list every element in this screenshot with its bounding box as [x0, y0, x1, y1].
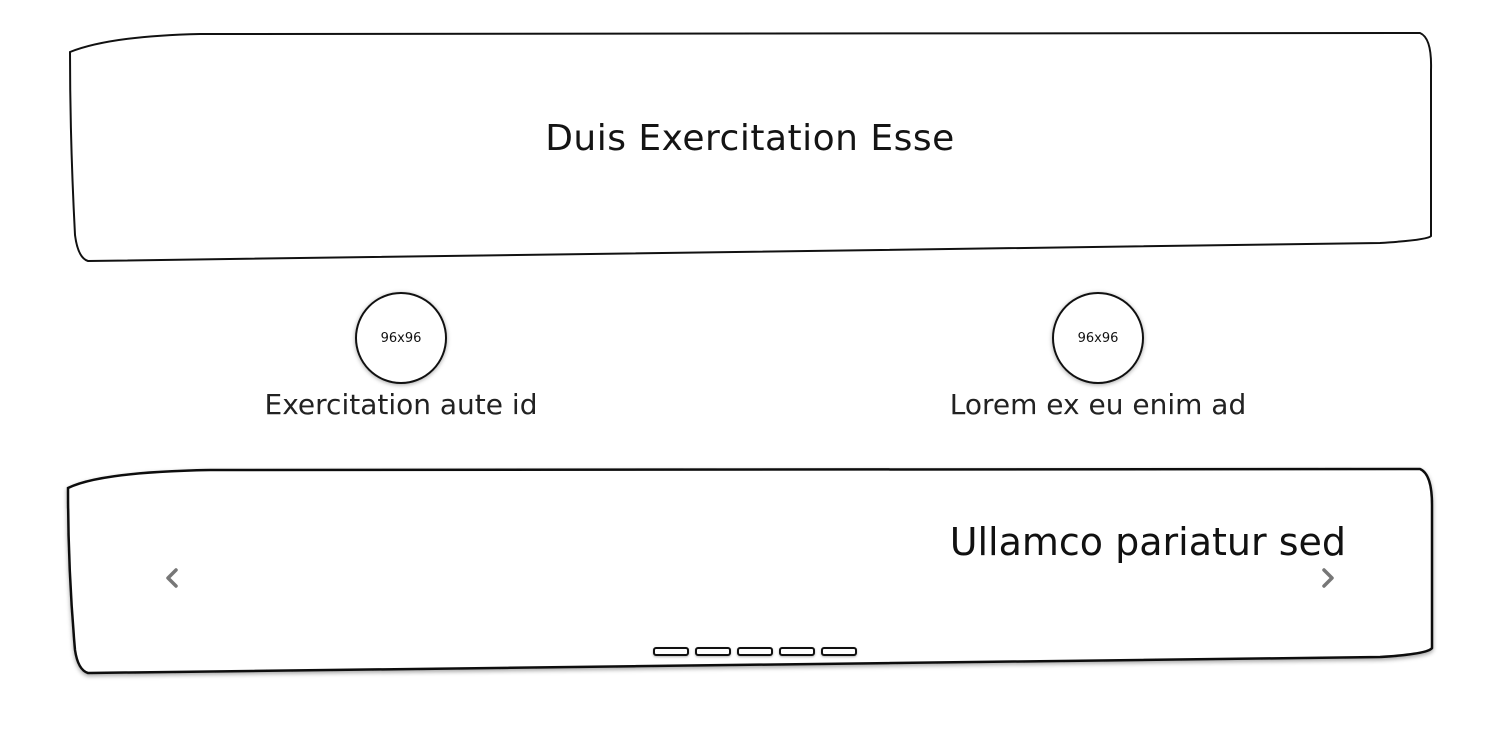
carousel-prev-button[interactable] [157, 560, 187, 596]
profile-caption: Exercitation aute id [264, 388, 538, 421]
chevron-right-icon [1322, 568, 1334, 588]
carousel-indicator[interactable] [737, 647, 773, 656]
carousel-indicators [653, 647, 857, 656]
avatar-placeholder-label: 96x96 [380, 330, 422, 346]
carousel-indicator[interactable] [695, 647, 731, 656]
carousel-indicator[interactable] [821, 647, 857, 656]
carousel-slide-text: Ullamco pariatur sed [949, 520, 1346, 564]
avatar-placeholder-label: 96x96 [1077, 330, 1119, 346]
carousel-next-button[interactable] [1313, 560, 1343, 596]
hero-title: Duis Exercitation Esse [545, 118, 955, 159]
avatar: 96x96 [355, 292, 447, 384]
profile-caption: Lorem ex eu enim ad [949, 388, 1247, 421]
profile-card: 96x96 Exercitation aute id [191, 292, 611, 421]
profile-card: 96x96 Lorem ex eu enim ad [888, 292, 1308, 421]
page: Duis Exercitation Esse 96x96 Exercitatio… [0, 0, 1500, 752]
carousel-indicator[interactable] [779, 647, 815, 656]
chevron-left-icon [166, 568, 178, 588]
carousel-indicator[interactable] [653, 647, 689, 656]
carousel-panel-outline [66, 467, 1434, 675]
avatar: 96x96 [1052, 292, 1144, 384]
